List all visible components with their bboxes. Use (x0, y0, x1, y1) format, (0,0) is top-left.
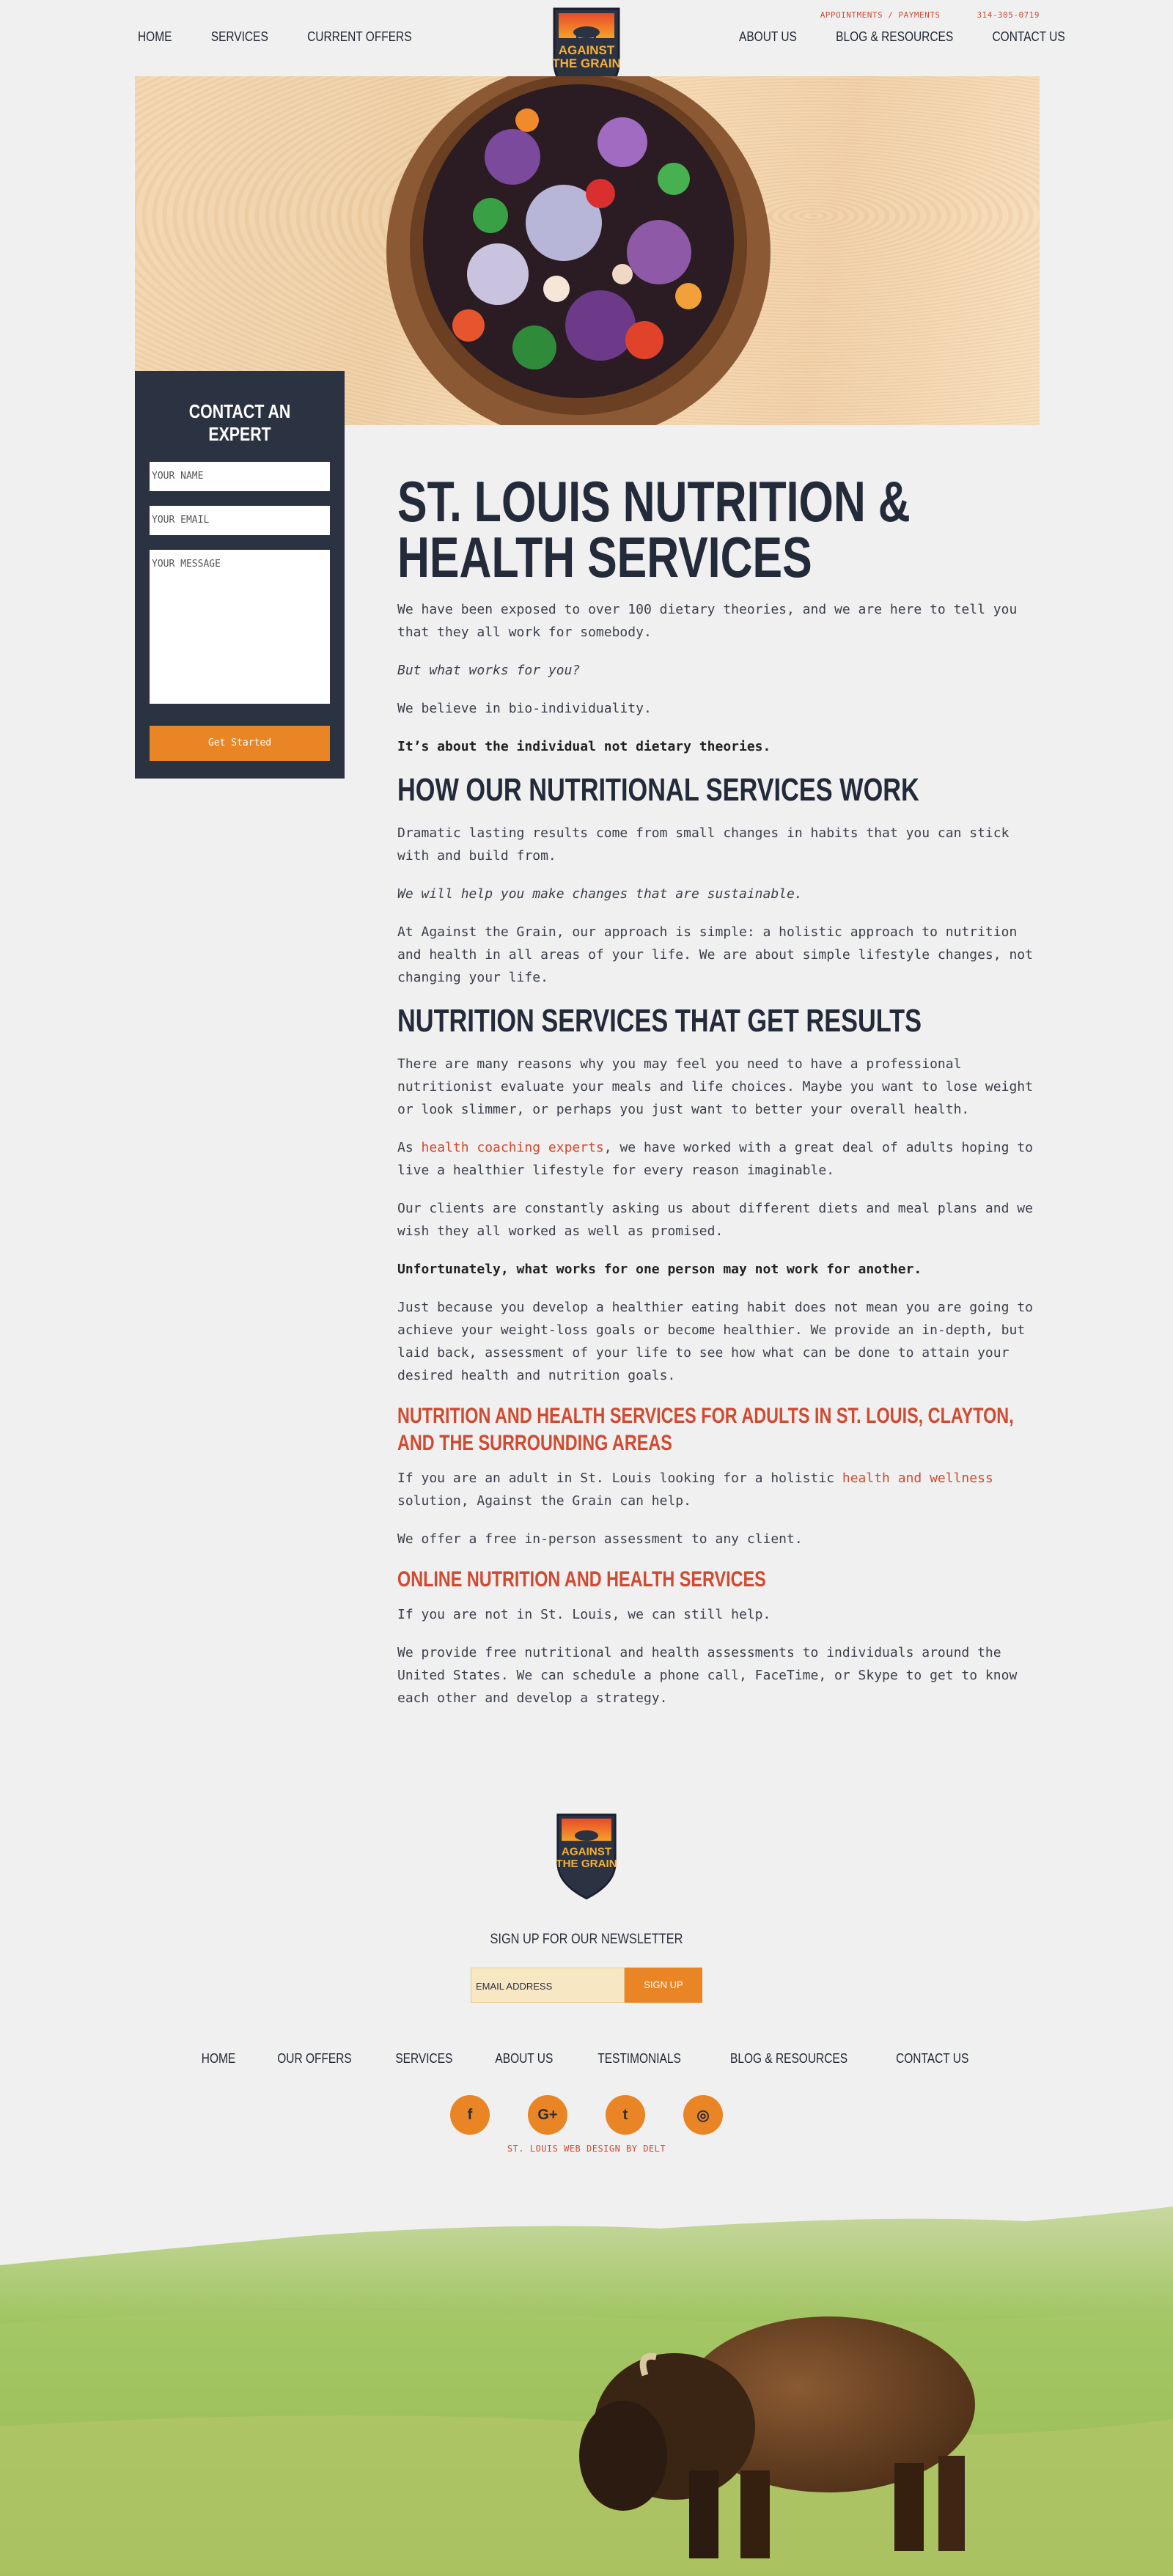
main-nav-right: ABOUT US BLOG & RESOURCES CONTACT US (739, 29, 1065, 45)
logo-text-line1: AGAINST (559, 43, 615, 57)
google-plus-icon[interactable]: G+ (528, 2095, 567, 2135)
footer-logo[interactable]: AGAINST THE GRAIN (554, 1811, 619, 1902)
section4-paragraph-2: We provide free nutritional and health a… (397, 1645, 1018, 1706)
email-field[interactable]: YOUR EMAIL (150, 506, 330, 535)
intro-paragraph-3: We believe in bio-individuality. (397, 701, 652, 716)
section2-paragraph-1: There are many reasons why you may feel … (397, 1056, 1033, 1117)
appointments-link[interactable]: APPOINTMENTS / PAYMENTS (820, 10, 941, 20)
main-nav-left: HOME SERVICES CURRENT OFFERS (138, 29, 412, 45)
section1-paragraph-3: At Against the Grain, our approach is si… (397, 924, 1033, 985)
footer-nav-our-offers[interactable]: OUR OFFERS (277, 2051, 351, 2067)
facebook-icon[interactable]: f (450, 2095, 490, 2135)
get-started-button[interactable]: Get Started (150, 726, 330, 761)
page-title: ST. LOUIS NUTRITION & HEALTH SERVICES (397, 469, 911, 589)
footer-logo-text-line2: THE GRAIN (556, 1858, 617, 1870)
health-wellness-link[interactable]: health and wellness (842, 1471, 993, 1486)
section-heading-results: NUTRITION SERVICES THAT GET RESULTS (397, 1003, 922, 1039)
health-coaching-link[interactable]: health coaching experts (422, 1140, 604, 1155)
instagram-icon[interactable]: ◎ (683, 2095, 723, 2135)
nav-about-us[interactable]: ABOUT US (739, 29, 797, 45)
contact-form: CONTACT AN EXPERT YOUR NAME YOUR EMAIL Y… (135, 371, 345, 779)
phone-link[interactable]: 314-305-0719 (977, 10, 1040, 20)
section1-paragraph-1: Dramatic lasting results come from small… (397, 825, 1010, 864)
section-heading-how-it-works: HOW OUR NUTRITIONAL SERVICES WORK (397, 772, 919, 808)
bison-prairie-image (0, 2207, 1173, 2576)
name-field[interactable]: YOUR NAME (150, 462, 330, 491)
section-heading-online: ONLINE NUTRITION AND HEALTH SERVICES (397, 1567, 766, 1591)
contact-title: CONTACT AN EXPERT (188, 400, 291, 445)
nav-blog-resources[interactable]: BLOG & RESOURCES (836, 29, 953, 45)
section2-paragraph-5: Just because you develop a healthier eat… (397, 1300, 1033, 1383)
nav-home[interactable]: HOME (138, 29, 172, 45)
intro-paragraph-4: It’s about the individual not dietary th… (397, 739, 771, 754)
salad-bowl-image (386, 76, 771, 425)
social-links: f G+ t ◎ (450, 2095, 723, 2135)
newsletter-signup-button[interactable]: SIGN UP (625, 1968, 702, 2003)
footer-nav-about-us[interactable]: ABOUT US (495, 2051, 553, 2067)
section2-paragraph-2: As health coaching experts, we have work… (397, 1140, 1033, 1178)
section3-paragraph-2: We offer a free in-person assessment to … (397, 1531, 803, 1547)
design-credit-link[interactable]: ST. LOUIS WEB DESIGN BY DELT (0, 2143, 1173, 2154)
section-heading-adults-stl: NUTRITION AND HEALTH SERVICES FOR ADULTS… (397, 1404, 1014, 1455)
logo-text-line2: THE GRAIN (552, 56, 621, 70)
top-utility-bar: APPOINTMENTS / PAYMENTS 314-305-0719 (820, 10, 1040, 20)
section2-paragraph-4: Unfortunately, what works for one person… (397, 1262, 922, 1277)
intro-paragraph-1: We have been exposed to over 100 dietary… (397, 602, 1018, 640)
twitter-icon[interactable]: t (606, 2095, 645, 2135)
footer-logo-text-line1: AGAINST (562, 1846, 612, 1858)
footer-nav: HOME OUR OFFERS SERVICES ABOUT US TESTIM… (0, 2051, 1173, 2067)
footer-nav-testimonials[interactable]: TESTIMONIALS (597, 2051, 681, 2067)
newsletter-email-input[interactable]: EMAIL ADDRESS (471, 1968, 625, 2003)
footer-nav-home[interactable]: HOME (202, 2051, 235, 2067)
main-content: ST. LOUIS NUTRITION & HEALTH SERVICES We… (397, 469, 1041, 1725)
footer-nav-blog-resources[interactable]: BLOG & RESOURCES (730, 2051, 847, 2067)
newsletter-title: SIGN UP FOR OUR NEWSLETTER (490, 1932, 683, 1947)
section1-paragraph-2: We will help you make changes that are s… (397, 886, 803, 902)
section4-paragraph-1: If you are not in St. Louis, we can stil… (397, 1607, 771, 1622)
message-field[interactable]: YOUR MESSAGE (150, 550, 330, 704)
nav-current-offers[interactable]: CURRENT OFFERS (307, 29, 411, 45)
nav-services[interactable]: SERVICES (211, 29, 268, 45)
section3-paragraph-1: If you are an adult in St. Louis looking… (397, 1471, 993, 1509)
section2-paragraph-3: Our clients are constantly asking us abo… (397, 1201, 1033, 1239)
footer-nav-services[interactable]: SERVICES (395, 2051, 452, 2067)
nav-contact-us[interactable]: CONTACT US (992, 29, 1064, 45)
footer-nav-contact-us[interactable]: CONTACT US (896, 2051, 968, 2067)
intro-paragraph-2: But what works for you? (397, 663, 581, 678)
